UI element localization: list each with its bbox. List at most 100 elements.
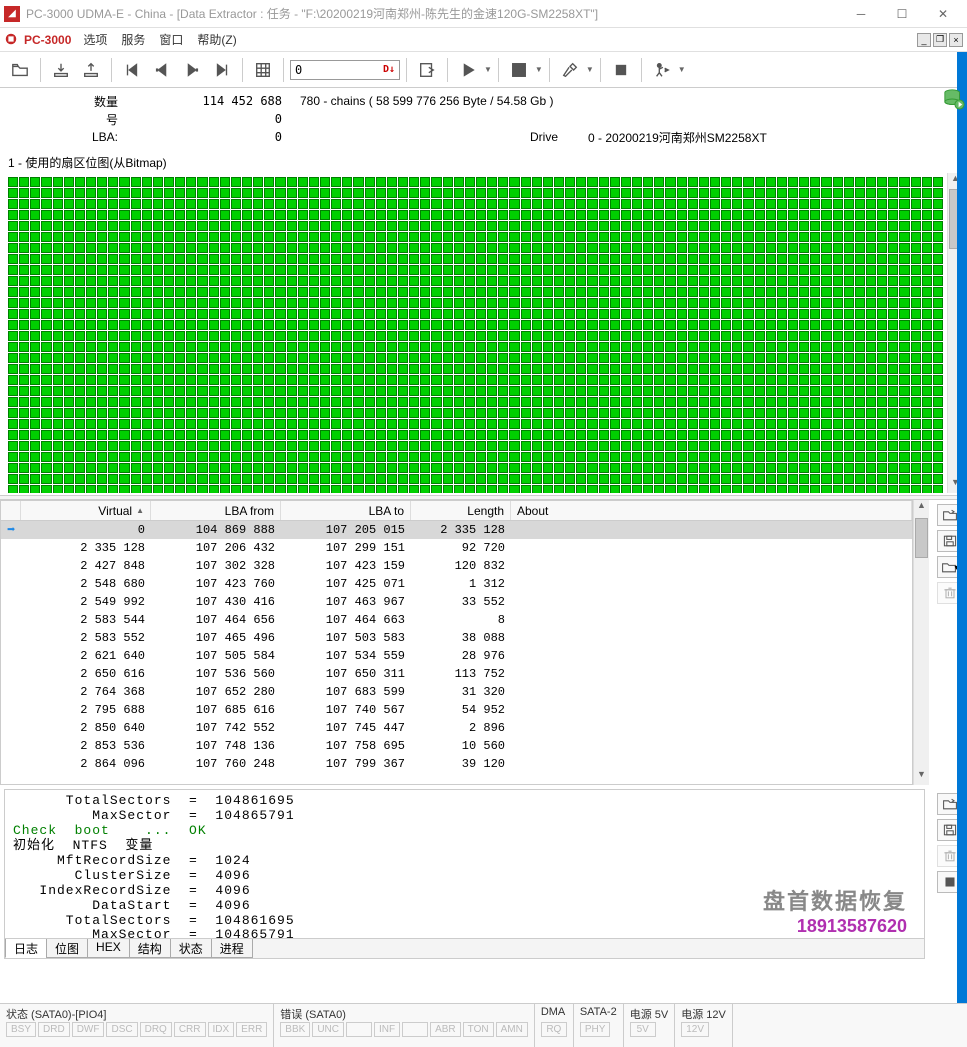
- info-drive-value: 0 - 20200219河南郑州SM2258XT: [588, 129, 767, 146]
- status-group-title: DMA: [541, 1006, 567, 1022]
- grid2-button[interactable]: [505, 56, 533, 84]
- maximize-button[interactable]: ☐: [882, 0, 922, 28]
- th-about[interactable]: About: [511, 501, 912, 520]
- status-group: SATA-2PHY: [574, 1004, 624, 1047]
- table-row[interactable]: 2 583 552107 465 496107 503 58338 088: [1, 629, 912, 647]
- export-button[interactable]: [413, 56, 441, 84]
- log-body[interactable]: TotalSectors = 104861695 MaxSector = 104…: [5, 790, 924, 938]
- mdi-close-button[interactable]: ×: [949, 33, 963, 47]
- stop-button[interactable]: [607, 56, 635, 84]
- table-row[interactable]: 2 795 688107 685 616107 740 56754 952: [1, 701, 912, 719]
- cell-about: [511, 619, 912, 621]
- cell-virtual: 2 764 368: [21, 684, 151, 700]
- table-row[interactable]: 2 549 992107 430 416107 463 96733 552: [1, 593, 912, 611]
- counter-input[interactable]: 0 D↓: [290, 60, 400, 80]
- cell-length: 31 320: [411, 684, 511, 700]
- table-row[interactable]: 2 427 848107 302 328107 423 159120 832: [1, 557, 912, 575]
- info-count-value: 114 452 688: [130, 94, 290, 108]
- grid-button[interactable]: [249, 56, 277, 84]
- cell-virtual: 2 548 680: [21, 576, 151, 592]
- cell-lbafrom: 107 430 416: [151, 594, 281, 610]
- log-tabs: 日志 位图 HEX 结构 状态 进程: [5, 938, 924, 958]
- menu-options[interactable]: 选项: [83, 31, 107, 48]
- nav-last-button[interactable]: [208, 56, 236, 84]
- cell-about: [511, 637, 912, 639]
- status-group: 状态 (SATA0)-[PIO4]BSYDRDDWFDSCDRQCRRIDXER…: [0, 1004, 274, 1047]
- table-row[interactable]: 2 864 096107 760 248107 799 36739 120: [1, 755, 912, 773]
- cell-length: 8: [411, 612, 511, 628]
- menu-help[interactable]: 帮助(Z): [197, 31, 236, 48]
- cell-lbafrom: 107 465 496: [151, 630, 281, 646]
- status-item: PHY: [580, 1022, 611, 1037]
- status-group-title: 状态 (SATA0)-[PIO4]: [6, 1006, 267, 1022]
- table-row[interactable]: 2 548 680107 423 760107 425 0711 312: [1, 575, 912, 593]
- tab-bitmap[interactable]: 位图: [46, 939, 88, 958]
- cell-lbafrom: 107 536 560: [151, 666, 281, 682]
- status-item: UNC: [312, 1022, 344, 1037]
- status-item: BBK: [280, 1022, 310, 1037]
- cell-lbato: 107 299 151: [281, 540, 411, 556]
- table-body[interactable]: ➡0104 869 888107 205 0152 335 1282 335 1…: [1, 521, 912, 784]
- cell-about: [511, 727, 912, 729]
- tab-status[interactable]: 状态: [170, 939, 212, 958]
- status-item: 5V: [630, 1022, 656, 1037]
- table-header: Virtual▲ LBA from LBA to Length About: [1, 501, 912, 521]
- database-icon[interactable]: [943, 88, 965, 110]
- cell-about: [511, 691, 912, 693]
- minimize-button[interactable]: ─: [841, 0, 881, 28]
- close-button[interactable]: ✕: [923, 0, 963, 28]
- table-row[interactable]: 2 850 640107 742 552107 745 4472 896: [1, 719, 912, 737]
- tab-hex[interactable]: HEX: [87, 939, 130, 958]
- cell-length: 113 752: [411, 666, 511, 682]
- counter-value: 0: [295, 63, 302, 77]
- exit-button[interactable]: [648, 56, 676, 84]
- mdi-restore-button[interactable]: ❐: [933, 33, 947, 47]
- info-panel: 数量 114 452 688 780 - chains ( 58 599 776…: [0, 88, 967, 150]
- cell-lbato: 107 758 695: [281, 738, 411, 754]
- app-icon: ◢: [4, 6, 20, 22]
- th-length[interactable]: Length: [411, 501, 511, 520]
- tools-button[interactable]: [556, 56, 584, 84]
- cell-length: 92 720: [411, 540, 511, 556]
- tab-struct[interactable]: 结构: [129, 939, 171, 958]
- mdi-minimize-button[interactable]: _: [917, 33, 931, 47]
- cell-lbafrom: 107 760 248: [151, 756, 281, 772]
- info-count-label: 数量: [10, 93, 130, 110]
- status-item: DWF: [72, 1022, 105, 1037]
- bitmap-grid[interactable]: [4, 173, 947, 493]
- open-button[interactable]: [6, 56, 34, 84]
- status-group-title: SATA-2: [580, 1006, 617, 1022]
- cell-length: 1 312: [411, 576, 511, 592]
- play-button[interactable]: [454, 56, 482, 84]
- th-lbato[interactable]: LBA to: [281, 501, 411, 520]
- table-scrollbar[interactable]: ▲ ▼: [913, 500, 929, 785]
- tab-log[interactable]: 日志: [5, 939, 47, 958]
- table-row[interactable]: 2 853 536107 748 136107 758 69510 560: [1, 737, 912, 755]
- menu-services[interactable]: 服务: [121, 31, 145, 48]
- nav-prev-button[interactable]: [148, 56, 176, 84]
- th-lbafrom[interactable]: LBA from: [151, 501, 281, 520]
- th-virtual[interactable]: Virtual▲: [21, 501, 151, 520]
- status-item: RQ: [541, 1022, 567, 1037]
- table-row[interactable]: 2 621 640107 505 584107 534 55928 976: [1, 647, 912, 665]
- tab-process[interactable]: 进程: [211, 939, 253, 958]
- table-row[interactable]: 2 335 128107 206 432107 299 15192 720: [1, 539, 912, 557]
- save-button[interactable]: [77, 56, 105, 84]
- nav-next-button[interactable]: [178, 56, 206, 84]
- cell-virtual: 2 583 552: [21, 630, 151, 646]
- nav-first-button[interactable]: [118, 56, 146, 84]
- table-row[interactable]: 2 764 368107 652 280107 683 59931 320: [1, 683, 912, 701]
- cell-length: 10 560: [411, 738, 511, 754]
- table-row[interactable]: 2 583 544107 464 656107 464 6638: [1, 611, 912, 629]
- status-item: AMN: [496, 1022, 528, 1037]
- menu-window[interactable]: 窗口: [159, 31, 183, 48]
- table-row[interactable]: 2 650 616107 536 560107 650 311113 752: [1, 665, 912, 683]
- cell-length: 54 952: [411, 702, 511, 718]
- cell-virtual: 2 335 128: [21, 540, 151, 556]
- load-button[interactable]: [47, 56, 75, 84]
- table-row[interactable]: ➡0104 869 888107 205 0152 335 128: [1, 521, 912, 539]
- info-no-value: 0: [130, 112, 290, 126]
- cell-lbafrom: 107 685 616: [151, 702, 281, 718]
- sort-asc-icon: ▲: [136, 506, 144, 515]
- status-group-title: 错误 (SATA0): [280, 1006, 528, 1022]
